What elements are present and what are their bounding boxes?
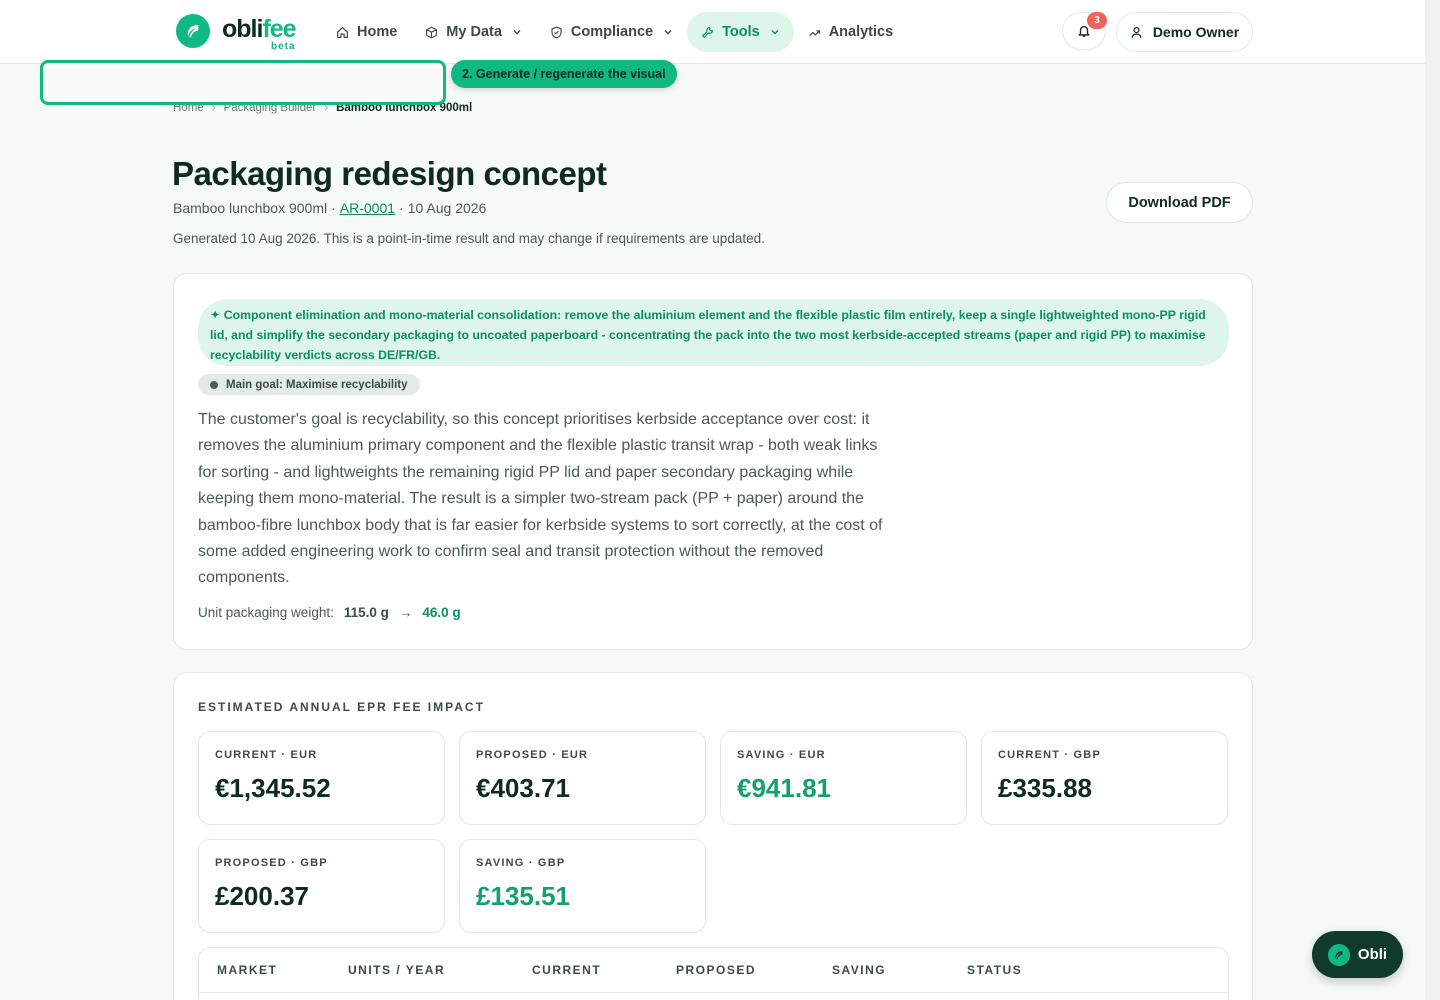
tour-tooltip: 2. Generate / regenerate the visual (451, 60, 677, 88)
page-title: Packaging redesign concept (172, 155, 607, 192)
column-header-units[interactable]: UNITS / YEAR (348, 963, 445, 977)
concept-description: The customer's goal is recyclability, so… (198, 411, 883, 587)
leaf-logo-icon (176, 14, 210, 48)
shield-icon (551, 26, 562, 38)
concept-summary-banner: ✦ Component elimination and mono-materia… (198, 299, 1229, 366)
fee-impact-heading: ESTIMATED ANNUAL EPR FEE IMPACT (198, 700, 485, 714)
wrench-icon (702, 26, 714, 38)
weight-current: 115.0 g (343, 605, 389, 620)
table-header-row: MARKET UNITS / YEAR CURRENT PROPOSED SAV… (199, 948, 1228, 993)
download-pdf-button[interactable]: Download PDF (1106, 182, 1253, 223)
nav-compliance[interactable]: Compliance (536, 12, 687, 52)
column-header-market[interactable]: MARKET (217, 963, 277, 977)
status-dot-icon (210, 380, 218, 389)
user-name: Demo Owner (1152, 24, 1240, 40)
chevron-down-icon (771, 30, 779, 35)
nav-tools[interactable]: Tools (687, 12, 794, 52)
weight-proposed: 46.0 g (422, 605, 461, 620)
generated-note: Generated 10 Aug 2026. This is a point-i… (173, 231, 765, 246)
column-header-status[interactable]: STATUS (967, 963, 1022, 977)
tour-highlight (40, 60, 446, 105)
leaf-icon (1327, 943, 1350, 966)
fee-card-saving-gbp: SAVING · GBP £135.51 (459, 839, 706, 933)
user-menu-button[interactable]: Demo Owner (1116, 12, 1253, 52)
chevron-down-icon (513, 30, 521, 35)
market-table: MARKET UNITS / YEAR CURRENT PROPOSED SAV… (198, 947, 1229, 1000)
fee-card-proposed-gbp: PROPOSED · GBP £200.37 (198, 839, 445, 933)
nav-analytics[interactable]: Analytics (794, 12, 907, 52)
obli-assistant-button[interactable]: Obli (1312, 931, 1403, 978)
nav-my-data[interactable]: My Data (411, 12, 536, 52)
beta-tag: beta (271, 41, 296, 52)
column-header-proposed[interactable]: PROPOSED (676, 963, 756, 977)
report-date: 10 Aug 2026 (407, 200, 487, 216)
fee-card-proposed-eur: PROPOSED · EUR €403.71 (459, 731, 706, 825)
goal-badge: Main goal: Maximise recyclability (198, 374, 420, 395)
fee-card-current-eur: CURRENT · EUR €1,345.52 (198, 731, 445, 825)
reference-link[interactable]: AR-0001 (340, 200, 395, 216)
notification-count-badge: 3 (1087, 12, 1107, 29)
fee-card-current-gbp: CURRENT · GBP £335.88 (981, 731, 1228, 825)
unit-weight-row: Unit packaging weight: 115.0 g → 46.0 g (198, 605, 461, 620)
user-icon (1131, 26, 1142, 38)
chevron-down-icon (664, 30, 672, 35)
box-icon (426, 26, 438, 38)
weight-label: Unit packaging weight: (198, 605, 334, 620)
top-navigation: oblifee beta Home My Data Compliance Too… (0, 0, 1425, 64)
concept-card: ✦ Component elimination and mono-materia… (173, 273, 1253, 650)
notifications-button[interactable]: 3 (1062, 12, 1107, 50)
fee-card-saving-eur: SAVING · EUR €941.81 (720, 731, 967, 825)
column-header-saving[interactable]: SAVING (832, 963, 886, 977)
trend-icon (808, 29, 820, 36)
brand-logo[interactable]: oblifee beta (176, 14, 297, 52)
column-header-current[interactable]: CURRENT (532, 963, 601, 977)
page-subtitle: Bamboo lunchbox 900ml · AR-0001 · 10 Aug… (173, 200, 487, 216)
fee-impact-card: ESTIMATED ANNUAL EPR FEE IMPACT CURRENT … (173, 672, 1253, 1000)
product-name: Bamboo lunchbox 900ml (173, 200, 328, 216)
home-icon (337, 26, 348, 38)
main-nav: Home My Data Compliance Tools Analytics (322, 12, 907, 52)
brand-name: oblifee (222, 15, 297, 43)
page-scrollbar[interactable] (1425, 0, 1440, 1000)
nav-home[interactable]: Home (322, 12, 411, 52)
arrow-right-icon: → (398, 605, 413, 620)
